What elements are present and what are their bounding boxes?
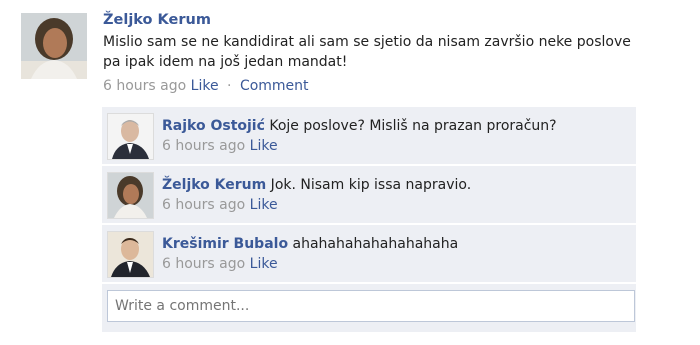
post-text: Mislio sam se ne kandidirat ali sam se s…	[103, 32, 643, 72]
comment-text: Koje poslove? Misliš na prazan proračun?	[264, 118, 557, 134]
comment-timestamp[interactable]: 6 hours ago	[162, 138, 245, 154]
post-text-line: pa ipak idem na još jedan mandat!	[103, 54, 348, 70]
post-timestamp[interactable]: 6 hours ago	[103, 78, 186, 94]
comment-author-link[interactable]: Krešimir Bubalo	[162, 236, 288, 252]
comment-list: Rajko Ostojić Koje poslove? Misliš na pr…	[102, 107, 636, 332]
comment-timestamp[interactable]: 6 hours ago	[162, 256, 245, 272]
comment-link[interactable]: Comment	[240, 78, 309, 94]
comment-item: Krešimir Bubalo ahahahahahahahahaha 6 ho…	[102, 225, 636, 282]
comment-meta: 6 hours ago Like	[162, 254, 627, 274]
post-text-line: Mislio sam se ne kandidirat ali sam se s…	[103, 34, 631, 50]
post-author-link[interactable]: Željko Kerum	[103, 12, 211, 28]
comment-item: Željko Kerum Jok. Nisam kip issa napravi…	[102, 166, 636, 223]
comment-text: ahahahahahahahahaha	[288, 236, 459, 252]
comment-input[interactable]	[107, 290, 635, 322]
comment-item: Rajko Ostojić Koje poslove? Misliš na pr…	[102, 107, 636, 164]
comment-text: Jok. Nisam kip issa napravio.	[266, 177, 472, 193]
comment-timestamp[interactable]: 6 hours ago	[162, 197, 245, 213]
like-link[interactable]: Like	[191, 78, 219, 94]
like-link[interactable]: Like	[250, 256, 278, 272]
comment-author-link[interactable]: Željko Kerum	[162, 177, 266, 193]
avatar[interactable]	[107, 231, 154, 278]
avatar[interactable]	[107, 113, 154, 160]
comment-meta: 6 hours ago Like	[162, 195, 627, 215]
like-link[interactable]: Like	[250, 197, 278, 213]
avatar[interactable]	[21, 13, 87, 79]
comment-author-link[interactable]: Rajko Ostojić	[162, 118, 265, 134]
write-comment-box	[102, 284, 636, 332]
post-meta: 6 hours ago Like · Comment	[103, 78, 643, 94]
avatar[interactable]	[107, 172, 154, 219]
comment-meta: 6 hours ago Like	[162, 136, 627, 156]
like-link[interactable]: Like	[250, 138, 278, 154]
separator-dot: ·	[227, 78, 232, 94]
